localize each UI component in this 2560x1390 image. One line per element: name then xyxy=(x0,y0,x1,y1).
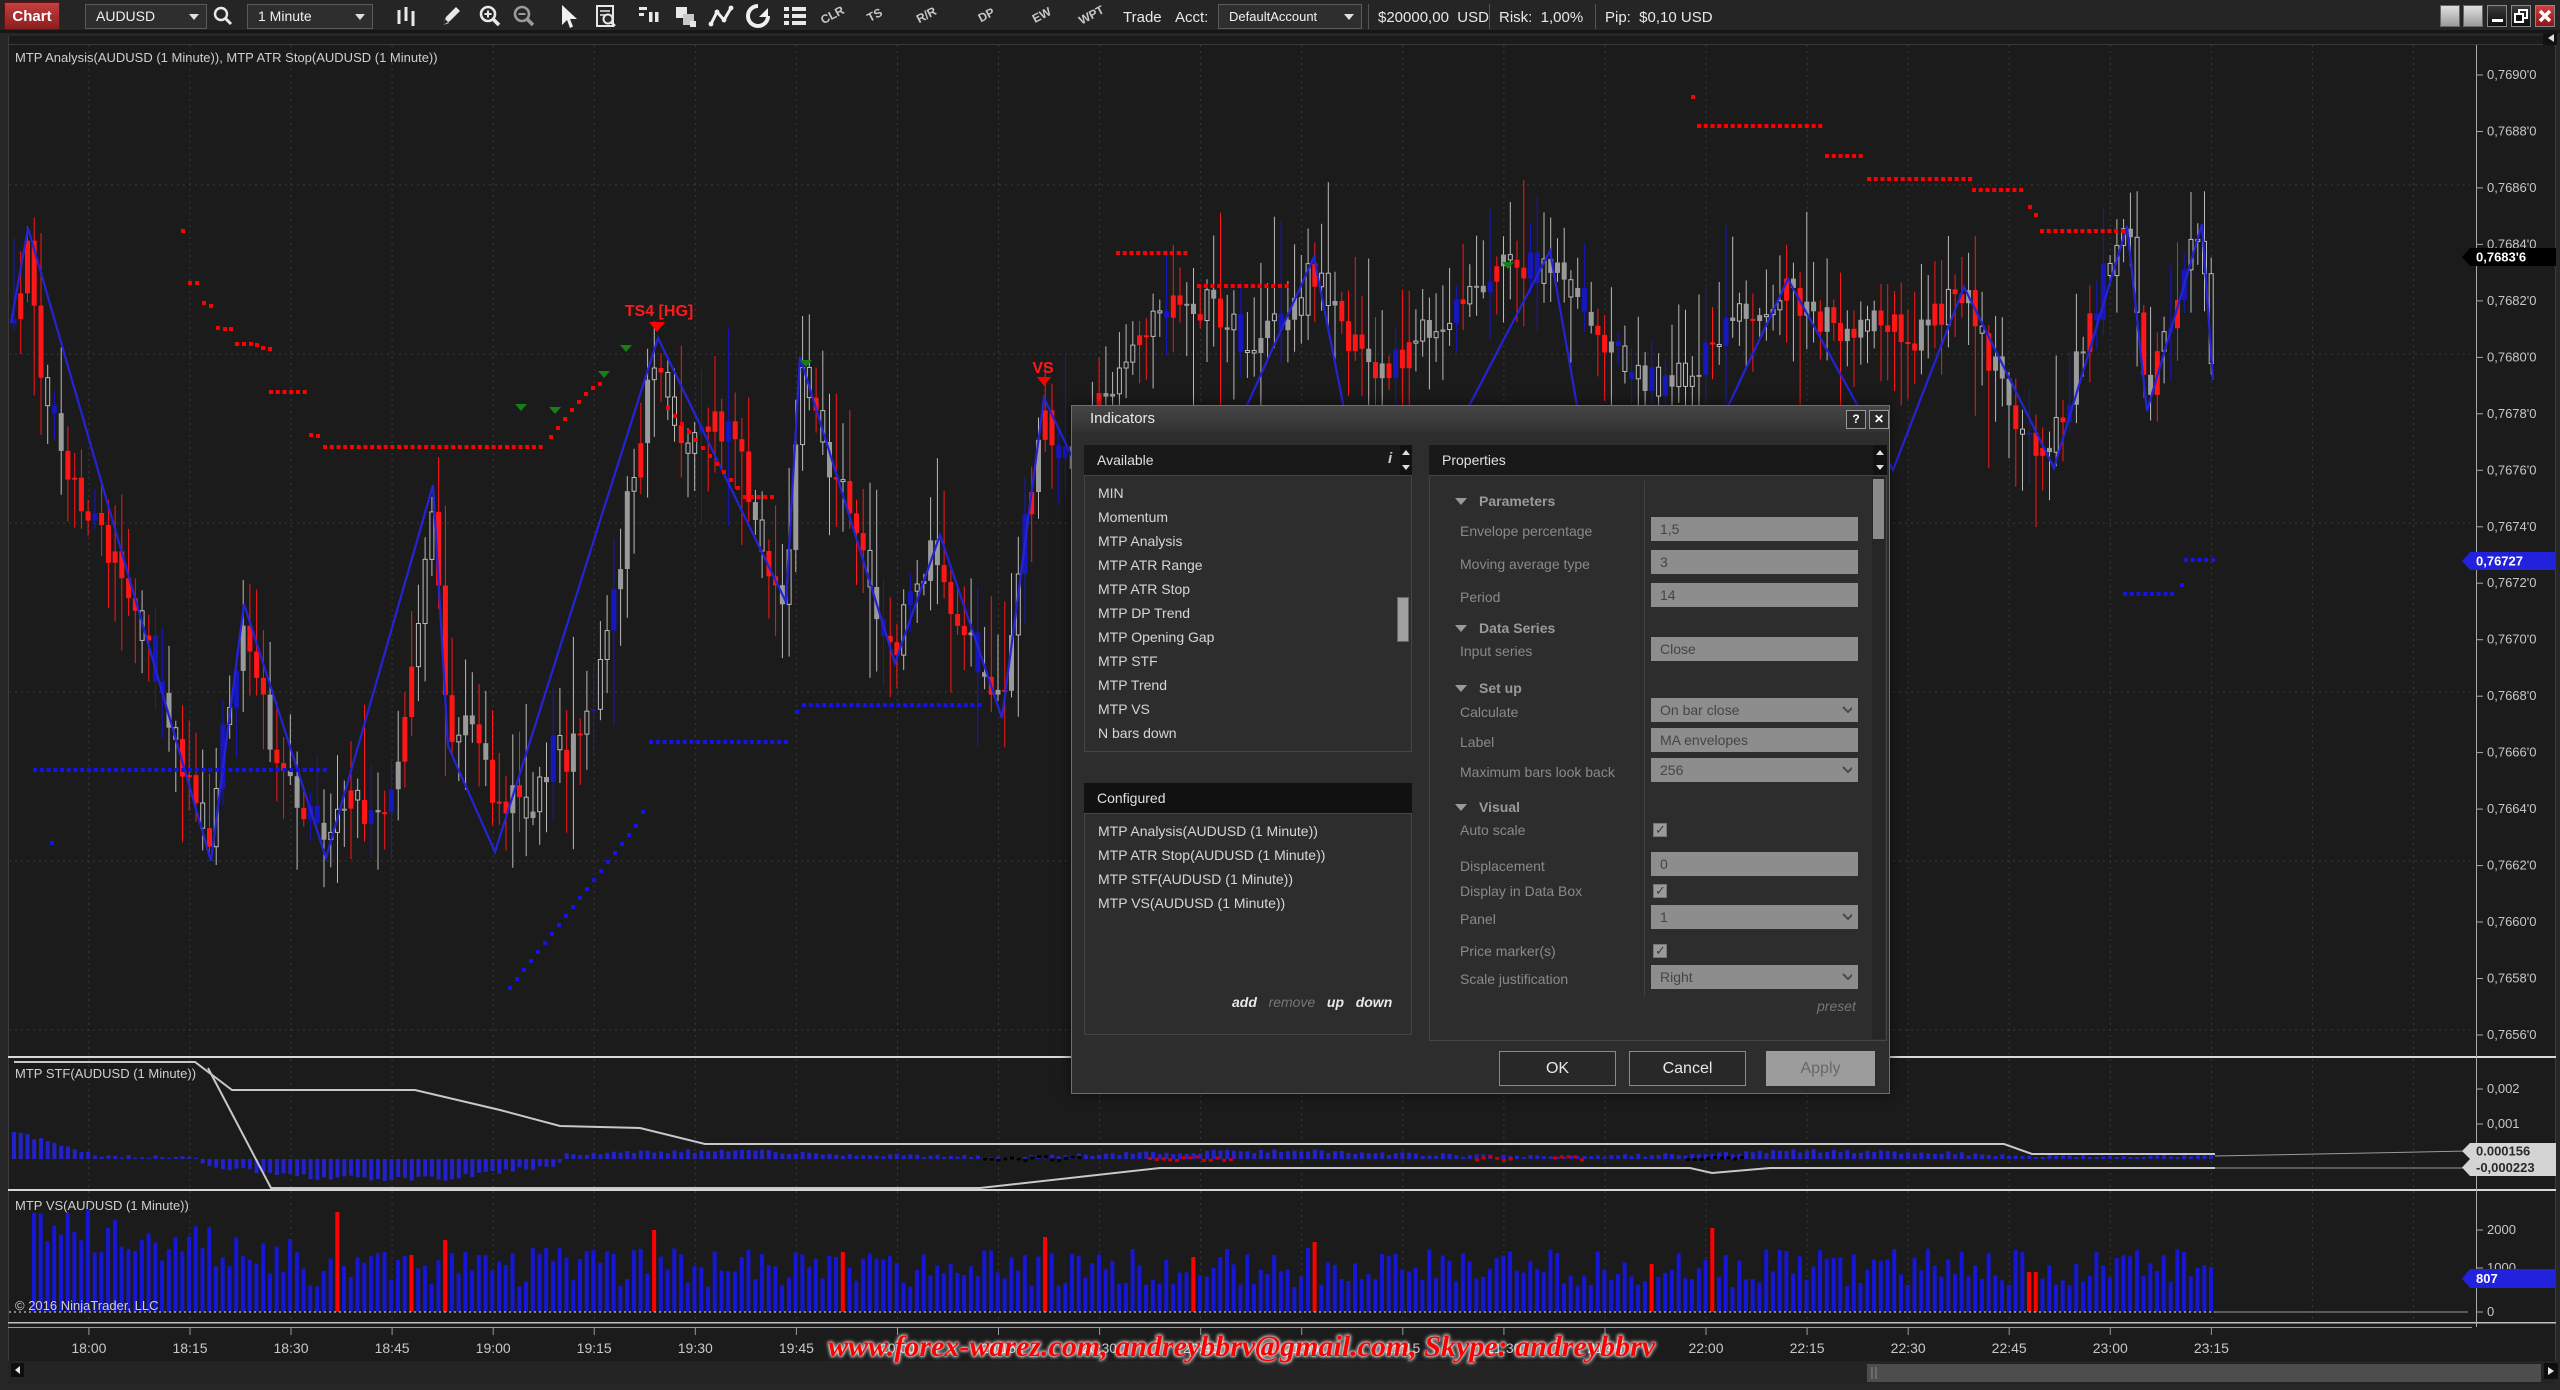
svg-text:0,76727: 0,76727 xyxy=(2476,554,2523,569)
svg-text:18:45: 18:45 xyxy=(375,1340,410,1356)
svg-text:19:00: 19:00 xyxy=(476,1340,511,1356)
svg-text:0,7672'0: 0,7672'0 xyxy=(2487,575,2536,590)
svg-text:19:45: 19:45 xyxy=(779,1340,814,1356)
svg-text:0: 0 xyxy=(2487,1304,2494,1319)
svg-text:18:00: 18:00 xyxy=(71,1340,106,1356)
svg-text:0,7683'6: 0,7683'6 xyxy=(2476,250,2526,265)
svg-text:0.000156: 0.000156 xyxy=(2476,1144,2530,1159)
svg-text:0,7686'0: 0,7686'0 xyxy=(2487,180,2536,195)
svg-text:0,7660'0: 0,7660'0 xyxy=(2487,914,2536,929)
svg-text:22:45: 22:45 xyxy=(1992,1340,2027,1356)
svg-text:-0,000223: -0,000223 xyxy=(2476,1160,2535,1175)
svg-text:0,7664'0: 0,7664'0 xyxy=(2487,801,2536,816)
svg-text:MTP Analysis(AUDUSD (1 Minute): MTP Analysis(AUDUSD (1 Minute)), MTP ATR… xyxy=(15,50,438,65)
svg-text:TS4 [HG]: TS4 [HG] xyxy=(625,303,693,320)
svg-text:0,7666'0: 0,7666'0 xyxy=(2487,745,2536,760)
svg-text:0,7680'0: 0,7680'0 xyxy=(2487,349,2536,364)
svg-text:MTP STF(AUDUSD (1 Minute)): MTP STF(AUDUSD (1 Minute)) xyxy=(15,1066,196,1081)
svg-text:0,7658'0: 0,7658'0 xyxy=(2487,971,2536,986)
svg-text:0,7668'0: 0,7668'0 xyxy=(2487,688,2536,703)
svg-text:0,7682'0: 0,7682'0 xyxy=(2487,293,2536,308)
svg-text:18:30: 18:30 xyxy=(273,1340,308,1356)
svg-text:18:15: 18:15 xyxy=(172,1340,207,1356)
svg-text:0,7676'0: 0,7676'0 xyxy=(2487,462,2536,477)
svg-text:22:15: 22:15 xyxy=(1790,1340,1825,1356)
svg-text:23:15: 23:15 xyxy=(2194,1340,2229,1356)
svg-text:0,7688'0: 0,7688'0 xyxy=(2487,124,2536,139)
svg-text:MTP VS(AUDUSD (1 Minute)): MTP VS(AUDUSD (1 Minute)) xyxy=(15,1198,189,1213)
svg-text:0,7690'0: 0,7690'0 xyxy=(2487,67,2536,82)
svg-text:807: 807 xyxy=(2476,1271,2498,1286)
svg-text:0,002: 0,002 xyxy=(2487,1081,2520,1096)
svg-text:0,7670'0: 0,7670'0 xyxy=(2487,632,2536,647)
svg-text:19:30: 19:30 xyxy=(678,1340,713,1356)
svg-text:0,7678'0: 0,7678'0 xyxy=(2487,406,2536,421)
svg-text:0,7662'0: 0,7662'0 xyxy=(2487,858,2536,873)
svg-text:22:30: 22:30 xyxy=(1891,1340,1926,1356)
svg-text:22:00: 22:00 xyxy=(1688,1340,1723,1356)
svg-text:19:15: 19:15 xyxy=(577,1340,612,1356)
svg-text:VS: VS xyxy=(1032,360,1054,377)
svg-text:23:00: 23:00 xyxy=(2093,1340,2128,1356)
svg-text:0,7656'0: 0,7656'0 xyxy=(2487,1027,2536,1042)
svg-text:0,001: 0,001 xyxy=(2487,1116,2520,1131)
svg-text:2000: 2000 xyxy=(2487,1222,2516,1237)
svg-text:© 2016 NinjaTrader, LLC: © 2016 NinjaTrader, LLC xyxy=(15,1298,159,1313)
svg-text:0,7674'0: 0,7674'0 xyxy=(2487,519,2536,534)
